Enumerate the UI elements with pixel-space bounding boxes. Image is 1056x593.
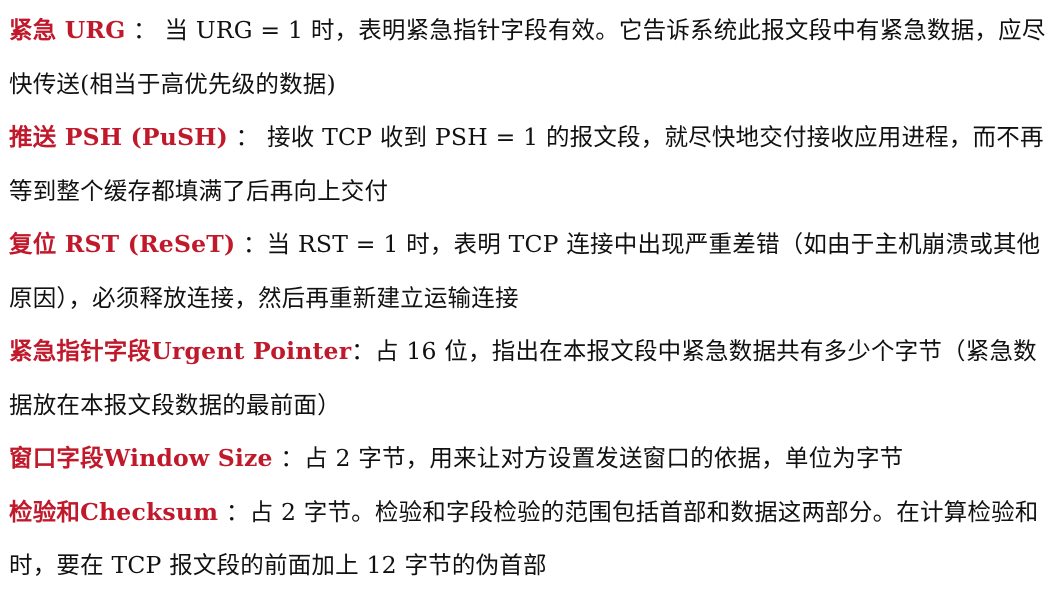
checksum-term: 检验和Checksum xyxy=(9,497,219,526)
rst-flag-paragraph: 复位 RST (ReSeT) ：当 RST = 1 时，表明 TCP 连接中出现… xyxy=(9,218,1046,325)
urgent-pointer-term: 紧急指针字段Urgent Pointer xyxy=(9,337,352,365)
rst-flag-term: 复位 RST (ReSeT) xyxy=(9,230,236,258)
urg-flag-term: 紧急 URG xyxy=(9,16,126,44)
psh-flag-term: 推送 PSH (PuSH) xyxy=(9,123,228,151)
checksum-paragraph: 检验和Checksum ：占 2 字节。检验和字段检验的范围包括首部和数据这两部… xyxy=(9,486,1046,593)
psh-flag-paragraph: 推送 PSH (PuSH) ： 接收 TCP 收到 PSH = 1 的报文段，就… xyxy=(9,111,1046,218)
urg-flag-paragraph: 紧急 URG ： 当 URG = 1 时，表明紧急指针字段有效。它告诉系统此报文… xyxy=(9,4,1046,111)
window-size-paragraph: 窗口字段Window Size ：占 2 字节，用来让对方设置发送窗口的依据，单… xyxy=(9,432,1046,486)
window-size-description: ：占 2 字节，用来让对方设置发送窗口的依据，单位为字节 xyxy=(272,444,904,472)
window-size-term: 窗口字段Window Size xyxy=(9,444,273,472)
urgent-pointer-paragraph: 紧急指针字段Urgent Pointer：占 16 位，指出在本报文段中紧急数据… xyxy=(9,325,1046,432)
urg-flag-description: ： 当 URG = 1 时，表明紧急指针字段有效。它告诉系统此报文段中有紧急数据… xyxy=(9,16,1046,98)
document-body: 紧急 URG ： 当 URG = 1 时，表明紧急指针字段有效。它告诉系统此报文… xyxy=(0,0,1056,593)
